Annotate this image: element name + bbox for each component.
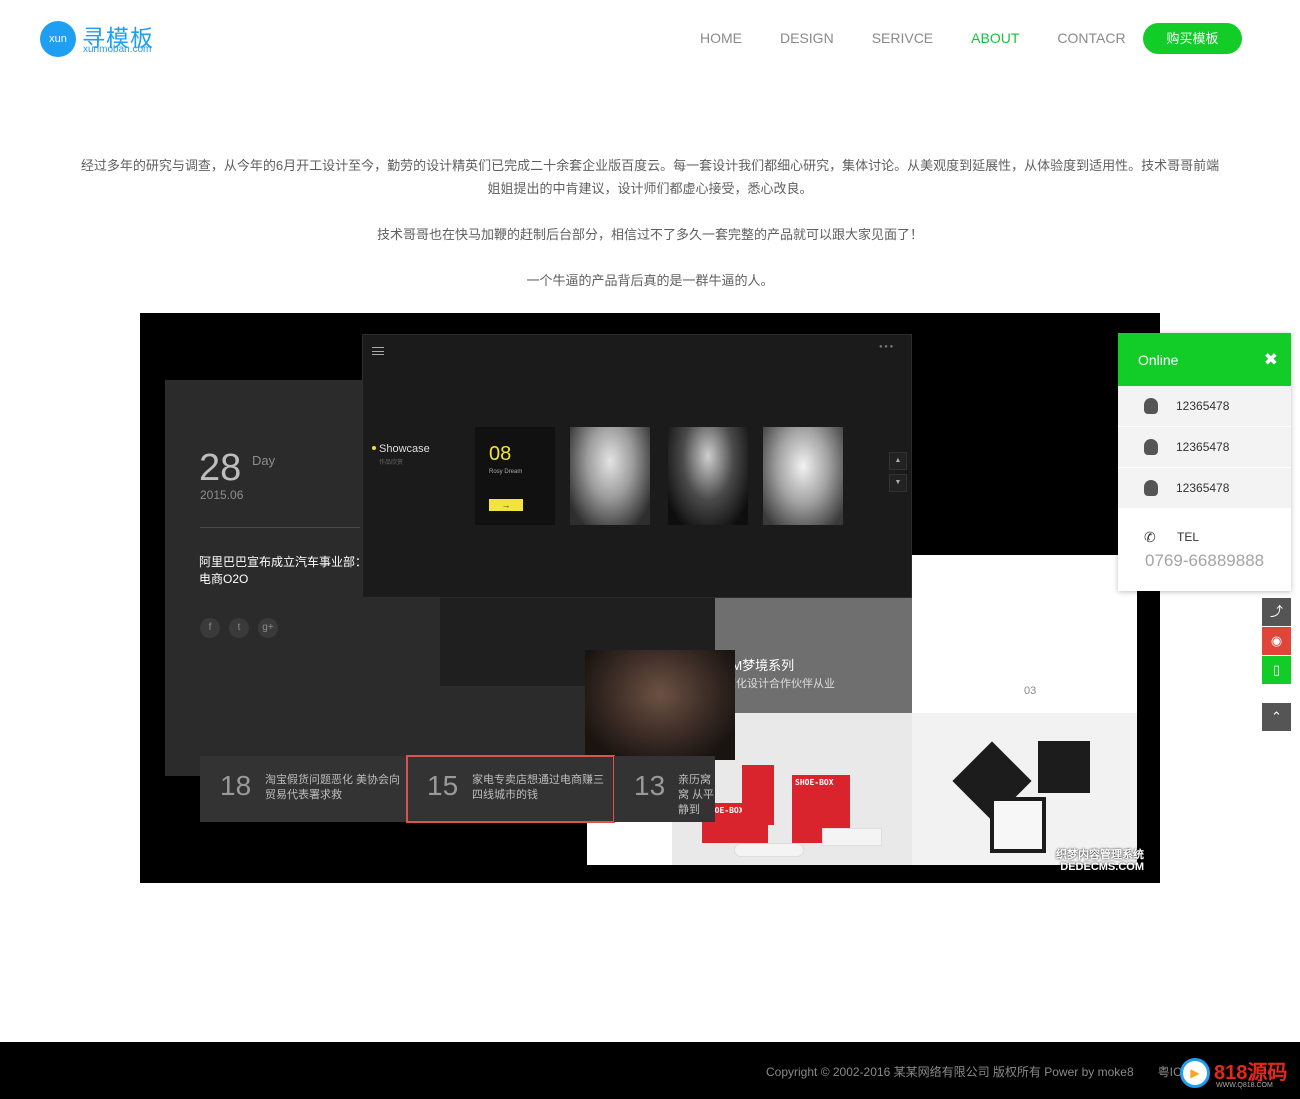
slider-label: Showcase [379,443,430,455]
nav-home[interactable]: HOME [700,30,742,46]
tile-number: 08 [489,443,512,465]
qq-contact[interactable]: 12365478 [1118,386,1291,427]
tel-label: TEL [1177,530,1200,544]
footer: Copyright © 2002-2016 某某网络有限公司 版权所有 Powe… [0,1042,1300,1099]
brand-url: WWW.Q818.COM [1216,1082,1273,1089]
phone-icon: ✆ [1144,529,1156,545]
divider [200,527,360,528]
intro-paragraph-2: 技术哥哥也在快马加鞭的赶制后台部分，相信过不了多久一套完整的产品就可以跟大家见面… [376,227,923,242]
news-cell: 18 淘宝假货问题恶化 美协会向贸易代表署求救 [200,756,407,822]
news-cell-text: 家电专卖店想通过电商赚三四线城市的钱 [472,774,604,801]
news-cell-number: 18 [220,770,252,801]
qq-number: 12365478 [1176,440,1230,454]
slider-sublabel: 作品欣赏 [379,460,404,466]
online-header: Online ✖ [1118,333,1291,386]
google-plus-icon: g+ [258,618,278,638]
news-cell-text: 亲历窝窝 从平静到 [678,774,715,816]
slider-tile-4 [763,427,843,525]
bullet-icon [372,446,376,450]
logo-badge: xun [40,21,76,57]
slider-tile-2 [570,427,650,525]
qq-icon [1144,480,1158,496]
brand-watermark: ▶ 818源码 WWW.Q818.COM [1180,1056,1294,1096]
nav-design[interactable]: DESIGN [780,30,834,46]
envelope-photo [912,713,1137,865]
page: xun 寻模板 xunmoban.com HOME DESIGN SERIVCE… [0,0,1300,1099]
slider-tile-1: 08 Rosy Dream → [475,427,555,525]
qq-contact[interactable]: 12365478 [1118,427,1291,468]
news-cell-text: 淘宝假货问题恶化 美协会向贸易代表署求救 [265,774,401,801]
news-cell-number: 15 [427,770,459,801]
nav-service[interactable]: SERIVCE [872,30,933,46]
online-service-panel: Online ✖ 12365478 12365478 12365478 ✆ TE… [1118,333,1291,591]
envelope-2 [1038,741,1090,793]
brand-name: 818源码 [1214,1062,1288,1084]
play-icon: ▶ [1180,1058,1210,1088]
showcase-image: 03 SHOE-BOX SHOE-BOX EAM梦境系列 的深化设计合作伙伴从业… [140,313,1160,883]
qq-contact[interactable]: 12365478 [1118,468,1291,509]
nav-about[interactable]: ABOUT [971,30,1019,46]
intro-paragraph-1: 经过多年的研究与调查，从今年的6月开工设计至今，勤劳的设计精英们已完成二十余套企… [80,158,1220,196]
weibo-icon[interactable]: ◉ [1262,627,1291,655]
watermark-en: DEDECMS.COM [1060,861,1144,873]
card [990,797,1046,853]
tel-number: 0769-66889888 [1145,551,1265,570]
shoe-box-lid [822,828,882,846]
logo-text-en: xunmoban.com [83,44,152,55]
watermark: 织梦内容管理系统 DEDECMS.COM [1056,849,1144,873]
share-icon[interactable]: ⤴ [1262,598,1291,626]
main-nav: HOME DESIGN SERIVCE ABOUT CONTACR [700,30,1164,46]
news-cell-highlighted: 15 家电专卖店想通过电商赚三四线城市的钱 [406,755,615,823]
qq-icon [1144,439,1158,455]
showcase-number-03: 03 [1024,685,1037,697]
news-cell-number: 13 [634,770,666,801]
menu-icon [372,347,384,355]
news-date: 2015.06 [200,488,244,502]
copyright-text: Copyright © 2002-2016 某某网络有限公司 版权所有 Powe… [766,1065,1202,1079]
day-label: Day [252,453,276,468]
chevron-down-icon: ▼ [889,474,907,492]
sneaker [734,843,804,857]
tattooed-man-photo [585,650,735,760]
news-cell: 13 亲历窝窝 从平静到 [614,756,715,822]
qq-icon [1144,398,1158,414]
shoe-box-2-label: SHOE-BOX [795,778,834,787]
about-intro: 经过多年的研究与调查，从今年的6月开工设计至今，勤劳的设计精英们已完成二十余套企… [80,154,1220,315]
buy-template-button[interactable]: 购买模板 [1143,23,1242,54]
showcase-slider: ● ● ● Showcase 作品欣赏 08 Rosy Dream → ▲ ▼ [362,334,912,598]
mobile-icon[interactable]: ▯ [1262,656,1291,684]
news-title: 阿里巴巴宣布成立汽车事业部：电商O2O [199,555,368,586]
nav-contact[interactable]: CONTACR [1057,30,1125,46]
watermark-cn: 织梦内容管理系统 [1056,849,1144,861]
back-to-top-icon[interactable]: ⌃ [1262,703,1291,731]
intro-paragraph-3: 一个牛逼的产品背后真的是一群牛逼的人。 [526,273,774,288]
online-title: Online [1138,352,1179,368]
tile-caption: Rosy Dream [489,469,523,475]
arrow-right-icon: → [489,499,523,511]
facebook-icon: f [200,618,220,638]
chevron-up-icon: ▲ [889,452,907,470]
qq-number: 12365478 [1176,481,1230,495]
shoe-box-3 [742,765,774,825]
logo[interactable]: xun 寻模板 xunmoban.com [40,21,170,57]
qq-number: 12365478 [1176,399,1230,413]
twitter-icon: t [229,618,249,638]
slider-top-icons: ● ● ● [879,344,894,350]
day-number: 28 [199,447,242,489]
slider-tile-3 [668,427,748,525]
close-icon[interactable]: ✖ [1264,350,1278,370]
